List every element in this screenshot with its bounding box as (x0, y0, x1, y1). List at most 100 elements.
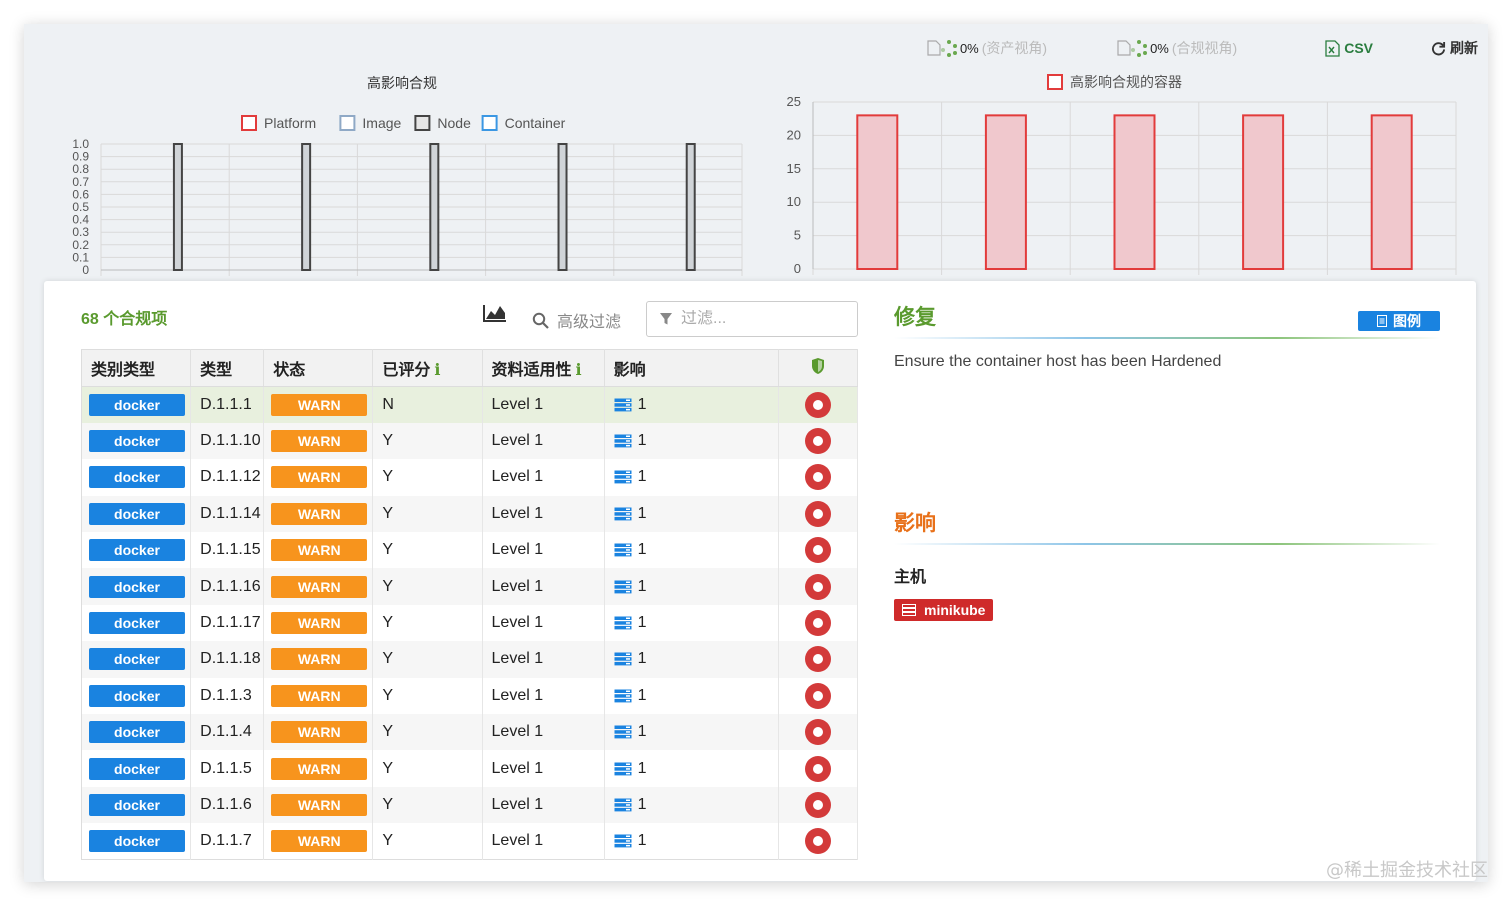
compliance-card: 68 个合规项 高级过滤 类别类型 类型 状态 已评分i 资料适用性i 影响 (44, 281, 1476, 881)
refresh-label: 刷新 (1450, 40, 1478, 56)
refresh-icon (1432, 41, 1446, 55)
table-body: docker D.1.1.1 WARN N Level 1 1 docker D.1.1.10… (81, 386, 859, 860)
col-impact[interactable]: 影响 (604, 349, 779, 387)
table-row[interactable]: docker D.1.1.4 WARN Y Level 1 1 (81, 714, 859, 751)
cell-status: WARN (263, 641, 374, 678)
category-badge: docker (89, 793, 185, 816)
server-icon (614, 834, 632, 848)
record-status-icon[interactable] (804, 464, 831, 491)
cell-type: D.1.1.17 (190, 604, 265, 642)
server-icon (614, 434, 632, 448)
legend-button-label: 图例 (1393, 313, 1421, 329)
table-row[interactable]: docker D.1.1.1 WARN N Level 1 1 (81, 386, 859, 423)
cell-profile: Level 1 (482, 459, 605, 496)
cell-type: D.1.1.6 (190, 786, 265, 824)
legend-label: Node (437, 115, 471, 131)
cell-action (778, 604, 859, 642)
record-status-icon[interactable] (804, 610, 831, 637)
table-row[interactable]: docker D.1.1.6 WARN Y Level 1 1 (81, 786, 859, 824)
cell-scored: Y (372, 641, 483, 678)
info-icon[interactable]: i (576, 360, 582, 379)
cell-status: WARN (263, 823, 374, 860)
legend-swatch (481, 115, 498, 131)
cell-impact: 1 (604, 459, 779, 496)
legend-button[interactable]: 图例 (1358, 311, 1440, 331)
cell-scored: Y (372, 532, 483, 569)
cell-type: D.1.1.4 (190, 714, 265, 751)
spinner-icon (1131, 40, 1148, 57)
record-status-icon[interactable] (804, 391, 831, 418)
server-icon (614, 616, 632, 630)
record-status-icon[interactable] (804, 428, 831, 455)
cell-action (778, 568, 859, 605)
divider (894, 543, 1440, 545)
col-type[interactable]: 类型 (190, 349, 265, 387)
list-icon (1377, 315, 1387, 327)
cell-type: D.1.1.3 (190, 677, 265, 715)
cell-status: WARN (263, 386, 374, 423)
host-label: 主机 (894, 569, 927, 586)
cell-action (778, 422, 859, 460)
status-badge: WARN (271, 612, 368, 635)
info-icon[interactable]: i (434, 360, 440, 379)
impact-count: 1 (637, 468, 647, 486)
impact-count: 1 (637, 759, 647, 777)
table-row[interactable]: docker D.1.1.5 WARN Y Level 1 1 (81, 750, 859, 787)
host-badge[interactable]: minikube (894, 599, 994, 621)
legend-label: Image (362, 115, 401, 131)
cell-profile: Level 1 (482, 386, 605, 423)
cell-category: docker (81, 714, 192, 751)
filter-input[interactable] (681, 310, 841, 328)
csv-export-button[interactable]: CSV (1325, 39, 1373, 57)
record-status-icon[interactable] (804, 500, 831, 527)
fix-description: Ensure the container host has been Harde… (894, 353, 1222, 370)
col-shield[interactable] (778, 349, 859, 387)
cell-profile: Level 1 (482, 495, 605, 533)
cell-scored: Y (372, 568, 483, 605)
col-scored[interactable]: 已评分 i (372, 349, 483, 387)
cell-impact: 1 (604, 604, 779, 642)
table-row[interactable]: docker D.1.1.16 WARN Y Level 1 1 (81, 568, 859, 605)
cell-status: WARN (263, 604, 374, 642)
table-row[interactable]: docker D.1.1.7 WARN Y Level 1 1 (81, 823, 859, 860)
record-status-icon[interactable] (804, 646, 831, 673)
record-status-icon[interactable] (804, 682, 831, 709)
y-tick-label: 5 (794, 228, 801, 243)
server-icon (614, 652, 632, 666)
file-icon (927, 40, 941, 56)
progress-compliance-view[interactable]: 0% (合规视角) (1117, 38, 1237, 58)
record-status-icon[interactable] (804, 537, 831, 564)
progress-asset-view[interactable]: 0% (资产视角) (927, 38, 1047, 58)
csv-label: CSV (1344, 40, 1373, 56)
area-chart-icon[interactable] (482, 303, 508, 323)
table-row[interactable]: docker D.1.1.10 WARN Y Level 1 1 (81, 422, 859, 460)
bar (172, 143, 183, 271)
impact-count: 1 (637, 504, 647, 522)
cell-type: D.1.1.7 (190, 823, 265, 860)
record-status-icon[interactable] (804, 755, 831, 782)
record-status-icon[interactable] (804, 719, 831, 746)
table-row[interactable]: docker D.1.1.17 WARN Y Level 1 1 (81, 604, 859, 642)
cell-impact: 1 (604, 786, 779, 824)
advanced-filter-button[interactable]: 高级过滤 (532, 308, 621, 332)
category-badge: docker (89, 502, 185, 525)
record-status-icon[interactable] (804, 791, 831, 818)
table-row[interactable]: docker D.1.1.12 WARN Y Level 1 1 (81, 459, 859, 496)
status-badge: WARN (271, 466, 368, 489)
server-icon (614, 543, 632, 557)
category-badge: docker (89, 539, 185, 562)
table-row[interactable]: docker D.1.1.3 WARN Y Level 1 1 (81, 677, 859, 715)
shield-icon (811, 357, 824, 374)
table-row[interactable]: docker D.1.1.18 WARN Y Level 1 1 (81, 641, 859, 678)
refresh-button[interactable]: 刷新 (1431, 38, 1478, 58)
record-status-icon[interactable] (804, 573, 831, 600)
filter-field[interactable] (646, 301, 858, 337)
col-status[interactable]: 状态 (263, 349, 374, 387)
col-profile-applicability[interactable]: 资料适用性 i (482, 349, 605, 387)
cell-profile: Level 1 (482, 750, 605, 787)
table-row[interactable]: docker D.1.1.15 WARN Y Level 1 1 (81, 532, 859, 569)
table-row[interactable]: docker D.1.1.14 WARN Y Level 1 1 (81, 495, 859, 533)
col-category-type[interactable]: 类别类型 (81, 349, 192, 387)
cell-profile: Level 1 (482, 568, 605, 605)
record-status-icon[interactable] (804, 828, 831, 855)
